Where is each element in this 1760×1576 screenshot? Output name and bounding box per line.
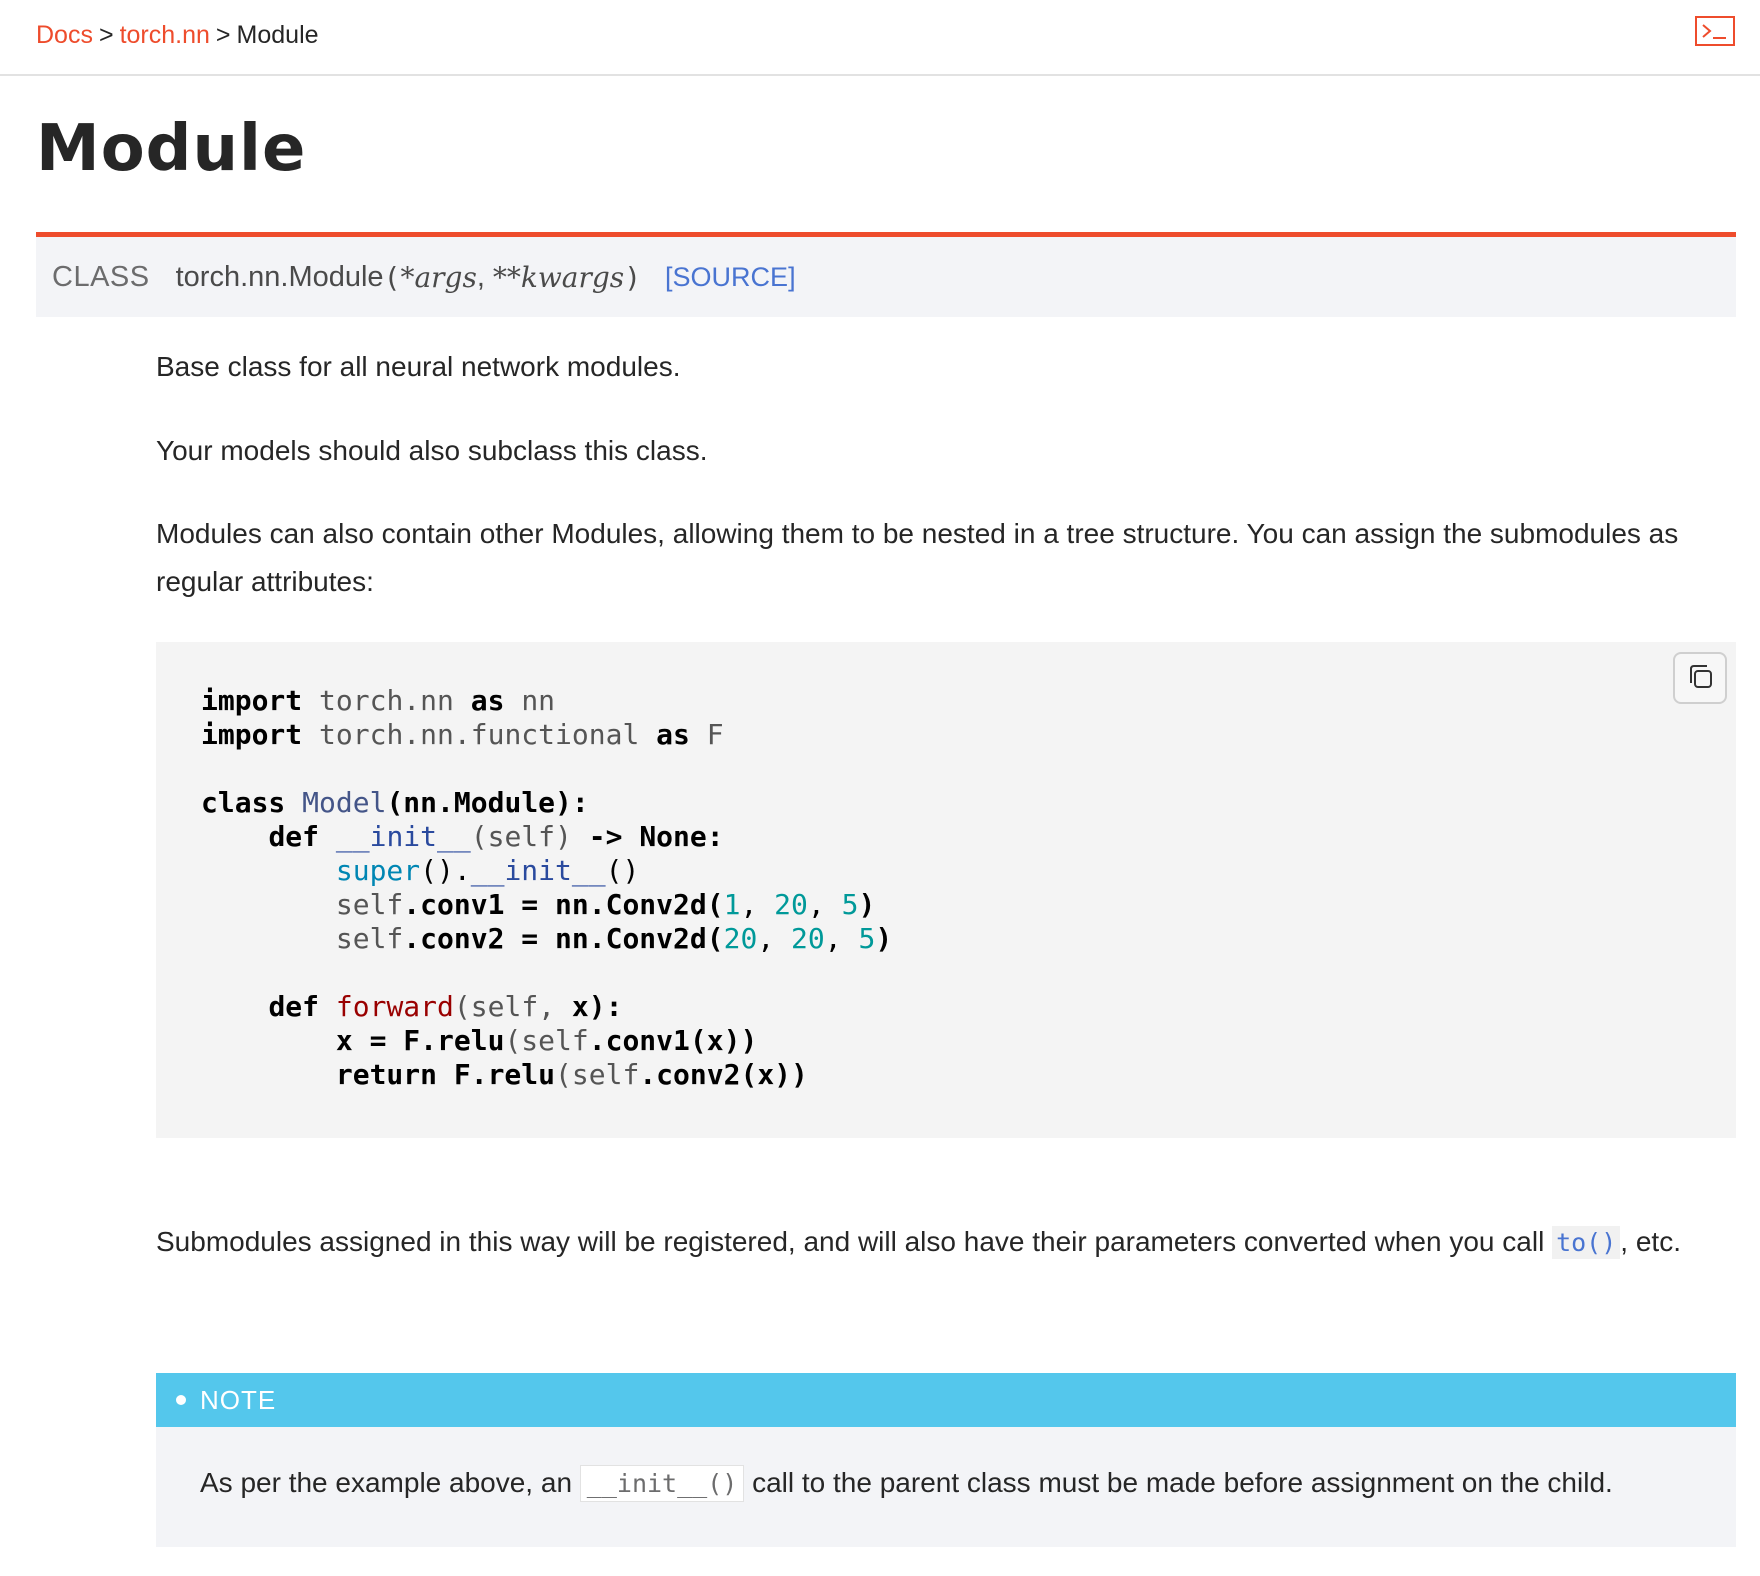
signature-kind: CLASS <box>52 260 150 293</box>
code-listing: import torch.nn as nn import torch.nn.fu… <box>201 684 892 1092</box>
breadcrumb-torch-nn-link[interactable]: torch.nn <box>120 21 210 49</box>
description-paragraph: Base class for all neural network module… <box>156 351 681 382</box>
code-line: x = F.relu(self.conv1(x)) <box>335 1024 758 1057</box>
code-line: super().__init__() <box>335 854 640 887</box>
subclass-paragraph: Your models should also subclass this cl… <box>156 435 708 466</box>
code-line: return F.relu(self.conv2(x)) <box>335 1058 808 1091</box>
signature-close-paren: ) <box>624 260 642 294</box>
code-line: def forward(self, x): <box>268 990 623 1023</box>
breadcrumb-docs-link[interactable]: Docs <box>36 21 93 49</box>
signature-arg-args: *args <box>400 260 477 294</box>
note-label: NOTE <box>200 1385 277 1415</box>
submodules-text-end: , etc. <box>1620 1226 1681 1257</box>
code-line: import torch.nn as nn <box>201 684 556 717</box>
breadcrumb-separator: > <box>98 21 114 49</box>
signature-name: torch.nn.Module <box>175 260 384 293</box>
code-line: def __init__(self) -> None: <box>268 820 724 853</box>
nested-modules-paragraph: Modules can also contain other Modules, … <box>156 518 1679 597</box>
copy-icon <box>1690 665 1712 688</box>
signature-open-paren: ( <box>383 260 401 294</box>
to-method-link[interactable]: to() <box>1552 1226 1621 1259</box>
copy-button[interactable] <box>1673 652 1727 704</box>
terminal-icon[interactable] <box>1695 16 1735 46</box>
note-text: As per the example above, an __init__() … <box>200 1463 1613 1504</box>
top-bar: Docs > torch.nn > Module <box>0 0 1760 76</box>
breadcrumb: Docs > torch.nn > Module <box>36 17 319 53</box>
note-header: NOTE <box>156 1373 1736 1427</box>
note-bullet-icon <box>176 1395 186 1405</box>
signature-arg-kwargs: **kwargs <box>492 260 625 294</box>
class-signature: CLASS torch.nn.Module ( *args , **kwargs… <box>36 232 1736 317</box>
code-line: self.conv1 = nn.Conv2d(1, 20, 5) <box>335 888 876 921</box>
signature-comma: , <box>476 260 485 293</box>
source-link[interactable]: [SOURCE] <box>665 262 796 293</box>
submodules-paragraph: Submodules assigned in this way will be … <box>156 1218 1732 1267</box>
code-line: self.conv2 = nn.Conv2d(20, 20, 5) <box>335 922 893 955</box>
code-line: import torch.nn.functional as F <box>201 718 724 751</box>
note-text-before: As per the example above, an <box>200 1467 580 1498</box>
page-title: Module <box>36 112 307 186</box>
note-body: As per the example above, an __init__() … <box>156 1427 1736 1547</box>
note-text-after: call to the parent class must be made be… <box>744 1467 1613 1498</box>
breadcrumb-current: Module <box>236 21 319 49</box>
submodules-text: Submodules assigned in this way will be … <box>156 1226 1553 1257</box>
breadcrumb-separator: > <box>215 21 231 49</box>
code-block: import torch.nn as nn import torch.nn.fu… <box>156 642 1736 1138</box>
note-init-code: __init__() <box>579 1465 745 1502</box>
code-line: class Model(nn.Module): <box>201 786 589 819</box>
